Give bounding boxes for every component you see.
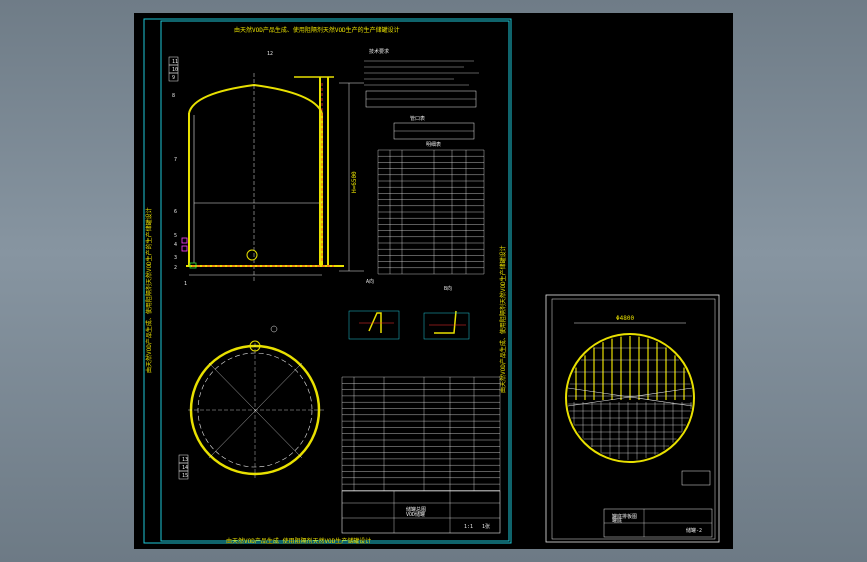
title-block-name2: VOD储罐 [406,511,425,518]
tank-plan-view: 13 14 15 [178,325,324,480]
dimension-side: H=6500 [351,171,358,193]
main-title-bottom: 由天然VOD产品生成 使用阻隔剂天然VOD生产储罐设计 [226,537,371,545]
parts-title: 明细表 [426,141,441,148]
dimension-top: Φ4800 [616,315,634,322]
callout-8: 8 [172,93,175,99]
callout-2: 2 [174,265,177,271]
cad-drawing: 由天然VOD产品生成、使用阻隔剂天然VOD生产的生产储罐设计 由天然VOD产品生… [143,18,720,545]
callout-13: 13 [182,457,188,463]
callout-3: 3 [174,255,177,261]
sheet-label: 1张 [482,523,490,530]
callout-11: 11 [172,59,178,65]
cad-drawing-canvas[interactable]: 由天然VOD产品生成、使用阻隔剂天然VOD生产的生产储罐设计 由天然VOD产品生… [134,13,733,549]
side-text-right: 由天然VOD产品生成、使用阻隔剂天然VOD生产储罐设计 [499,245,507,393]
tank-elevation: H=6500 [186,73,364,283]
second-sheet-name2: 罐底 [612,517,622,524]
nozzle-table: 管口表 [393,115,475,140]
second-sheet-border [545,294,720,543]
callout-15: 15 [182,473,188,479]
tech-title: 技术要求 [369,48,389,55]
callout-4: 4 [174,242,177,248]
callout-7: 7 [174,157,177,163]
callout-1: 1 [184,281,187,287]
second-sheet-code: 储罐-2 [686,527,702,534]
detail-b-label: B向 [444,285,452,292]
callout-5: 5 [174,233,177,239]
callout-9: 9 [172,75,175,81]
callout-14: 14 [182,465,188,471]
second-title-block: 罐底排板图 罐底 储罐-2 [603,470,713,538]
detail-views: A向 B向 [348,278,470,340]
scale-label: 1:1 [464,524,473,530]
title-block: 储罐总图 VOD储罐 1:1 1张 [341,490,501,534]
technical-requirements: 技术要求 [364,48,479,108]
side-text-left: 由天然VOD产品生成、使用阻隔剂天然VOD生产的生产储罐设计 [145,207,153,373]
parts-list-lower [341,376,501,491]
main-title-top: 由天然VOD产品生成、使用阻隔剂天然VOD生产的生产储罐设计 [234,26,400,34]
callout-10: 10 [172,67,178,73]
nozzle-title: 管口表 [410,115,425,122]
parts-list-upper [377,149,485,275]
tank-bottom-layout [565,333,695,463]
detail-a-label: A向 [366,278,374,285]
callout-12: 12 [267,51,273,57]
callout-6: 6 [174,209,177,215]
